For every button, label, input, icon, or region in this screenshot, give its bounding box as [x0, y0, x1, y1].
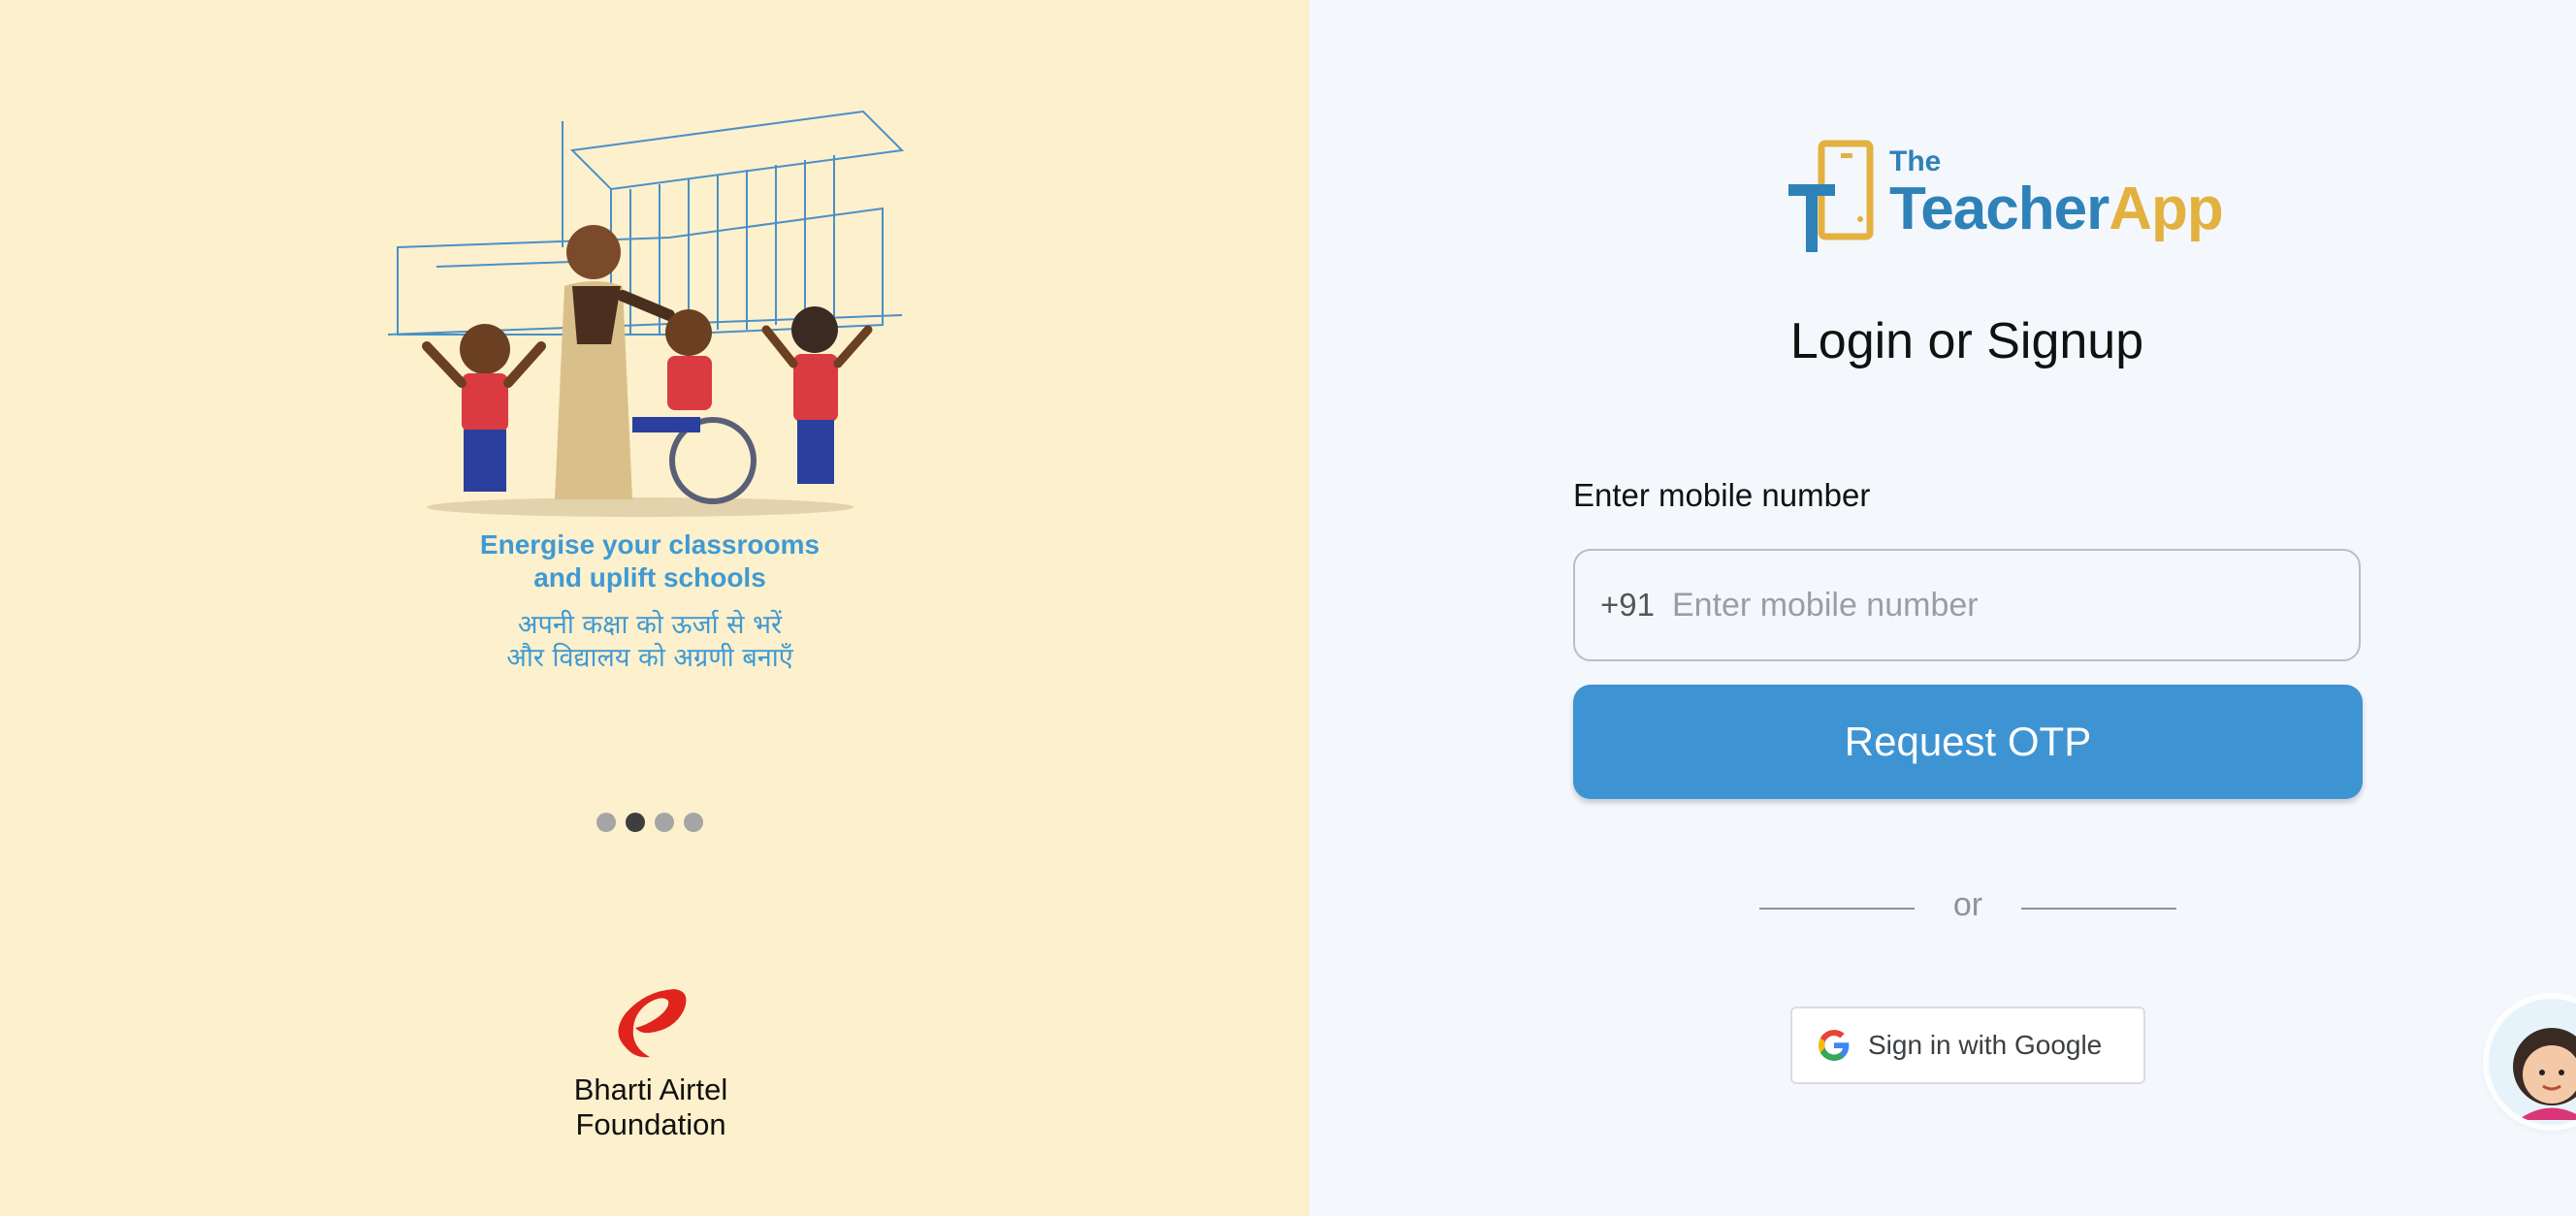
google-signin-label: Sign in with Google [1868, 1030, 2103, 1060]
carousel-dot-1[interactable] [596, 813, 616, 832]
google-signin-button[interactable]: Sign in with Google [1790, 1007, 2145, 1084]
carousel-dot-2[interactable] [626, 813, 645, 832]
teachers-students-illustration [387, 110, 905, 517]
logo-the-text: The [1889, 145, 1942, 177]
carousel-indicator [596, 813, 703, 832]
mobile-number-label: Enter mobile number [1573, 477, 1871, 513]
tagline-hi-line1: अपनी कक्षा को ऊर्जा से भरें [517, 610, 783, 640]
request-otp-button[interactable]: Request OTP [1573, 685, 2363, 799]
country-code: +91 [1600, 587, 1655, 623]
logo-app-text: App [2109, 176, 2224, 242]
divider-right [2021, 908, 2176, 910]
mobile-number-input[interactable] [1669, 585, 2359, 625]
airtel-logo-icon [618, 989, 687, 1058]
carousel-dot-4[interactable] [684, 813, 703, 832]
tagline-english: Energise your classrooms and uplift scho… [407, 528, 892, 594]
sponsor-line1: Bharti Airtel [573, 1072, 728, 1106]
tagline-en-line2: and uplift schools [533, 562, 766, 592]
page-title: Login or Signup [1789, 313, 2144, 369]
tagline-hi-line2: और विद्यालय को अग्रणी बनाएँ [506, 643, 793, 673]
google-g-icon [1819, 1030, 1850, 1061]
onboarding-panel: Energise your classrooms and uplift scho… [0, 0, 1309, 1216]
divider-left [1759, 908, 1915, 910]
sponsor-line2: Foundation [575, 1107, 726, 1141]
sponsor-name: Bharti Airtel Foundation [524, 1072, 778, 1142]
divider-or-text: or [1952, 886, 1983, 923]
tagline-hindi: अपनी कक्षा को ऊर्जा से भरें और विद्यालय … [407, 609, 892, 675]
tagline-en-line1: Energise your classrooms [479, 529, 821, 560]
logo-teacher-text: Teacher [1889, 176, 2109, 242]
carousel-dot-3[interactable] [655, 813, 674, 832]
logo-wordmark: TeacherApp [1889, 175, 2224, 243]
mobile-number-field[interactable]: +91 [1573, 549, 2361, 661]
